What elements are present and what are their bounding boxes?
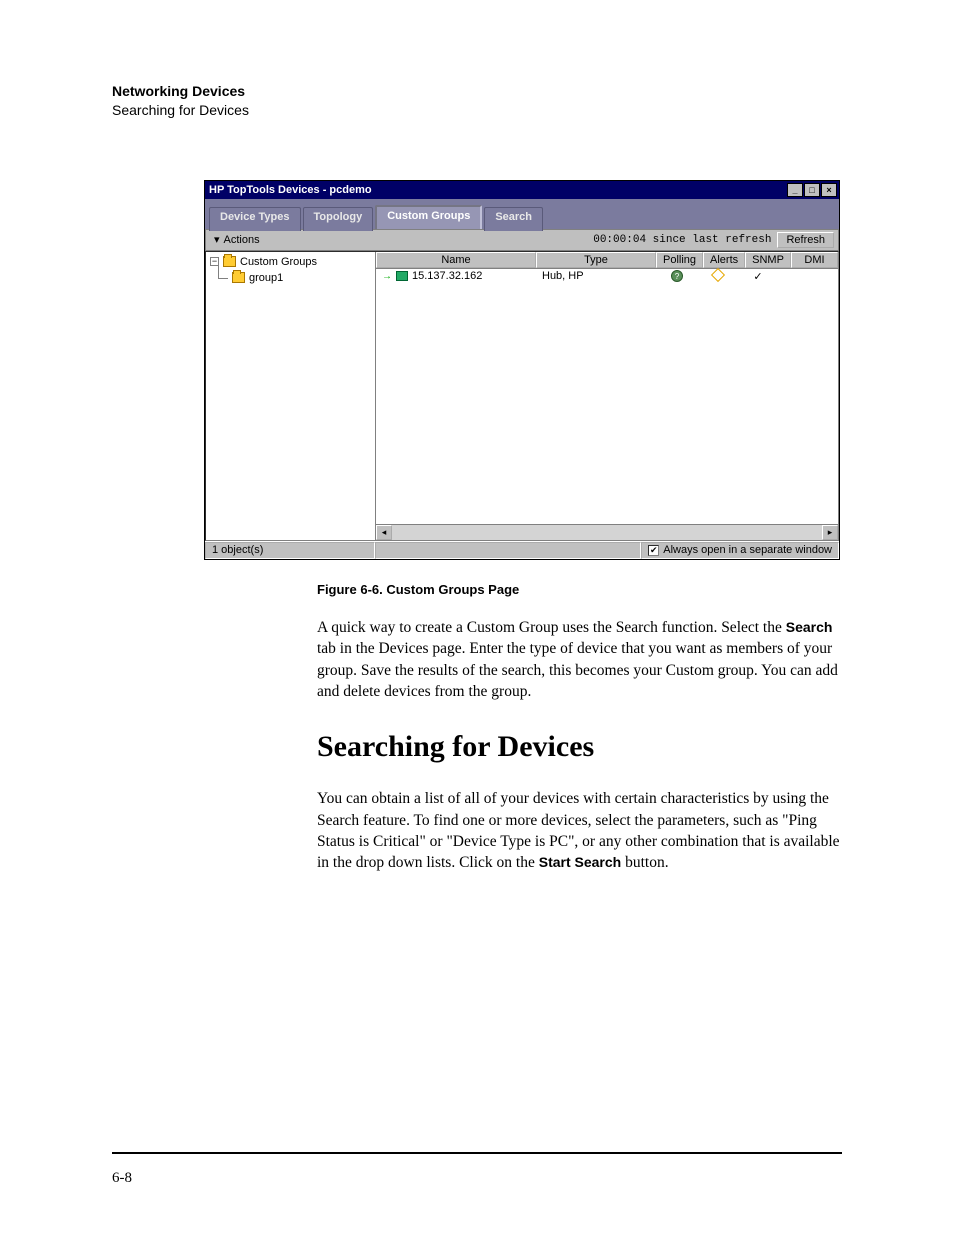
refresh-button[interactable]: Refresh (777, 232, 834, 248)
tree-pane[interactable]: − Custom Groups group1 (206, 252, 376, 540)
polling-status-icon: ? (671, 270, 683, 282)
status-object-count: 1 object(s) (205, 542, 375, 559)
col-dmi[interactable]: DMI (791, 252, 838, 268)
window-title: HP TopTools Devices - pcdemo (209, 184, 786, 196)
status-checkbox-cell[interactable]: ✔ Always open in a separate window (641, 542, 839, 559)
tabs-row: Device Types Topology Custom Groups Sear… (205, 199, 839, 229)
section-heading: Searching for Devices (317, 730, 842, 764)
tree-child-row[interactable]: group1 (210, 270, 371, 286)
tab-device-types[interactable]: Device Types (209, 207, 301, 231)
actions-dropdown[interactable]: ▾ Actions (210, 233, 264, 246)
actions-label: Actions (224, 234, 260, 246)
figure-caption: Figure 6-6. Custom Groups Page (317, 582, 842, 597)
arrow-icon: → (382, 271, 392, 282)
col-polling[interactable]: Polling (656, 252, 703, 268)
scroll-right-button[interactable]: ▸ (822, 525, 838, 540)
tab-search[interactable]: Search (484, 207, 543, 231)
triangle-down-icon: ▾ (214, 233, 220, 246)
col-type[interactable]: Type (536, 252, 656, 268)
row-snmp: ✓ (738, 270, 778, 283)
header-section: Searching for Devices (112, 101, 842, 120)
checkbox-icon[interactable]: ✔ (648, 545, 659, 556)
col-alerts[interactable]: Alerts (703, 252, 745, 268)
folder-icon (223, 256, 236, 267)
minimize-button[interactable]: _ (787, 183, 803, 197)
folder-icon (232, 272, 245, 283)
tab-topology[interactable]: Topology (303, 207, 374, 231)
refresh-timer: 00:00:04 since last refresh (593, 234, 771, 246)
header-chapter: Networking Devices (112, 82, 842, 101)
row-name: 15.137.32.162 (412, 270, 482, 282)
row-dmi (778, 270, 838, 283)
alert-status-icon (711, 268, 725, 282)
paragraph-1: A quick way to create a Custom Group use… (317, 617, 842, 703)
columns-header: Name Type Polling Alerts SNMP DMI (376, 252, 838, 269)
toolbar: ▾ Actions 00:00:04 since last refresh Re… (205, 229, 839, 251)
list-pane: Name Type Polling Alerts SNMP DMI → 15.1… (376, 252, 838, 540)
scroll-track[interactable] (392, 525, 822, 540)
scroll-left-button[interactable]: ◂ (376, 525, 392, 540)
col-name[interactable]: Name (376, 252, 536, 268)
screenshot-window: HP TopTools Devices - pcdemo _ □ × Devic… (204, 180, 840, 560)
running-header: Networking Devices Searching for Devices (112, 82, 842, 120)
tree-root-row[interactable]: − Custom Groups (210, 254, 371, 270)
page-number: 6-8 (112, 1170, 132, 1187)
col-snmp[interactable]: SNMP (745, 252, 791, 268)
maximize-button[interactable]: □ (804, 183, 820, 197)
paragraph-2: You can obtain a list of all of your dev… (317, 788, 842, 874)
tab-custom-groups[interactable]: Custom Groups (375, 205, 482, 229)
horizontal-scrollbar[interactable]: ◂ ▸ (376, 524, 838, 540)
close-button[interactable]: × (821, 183, 837, 197)
tree-child-label: group1 (249, 270, 283, 286)
titlebar[interactable]: HP TopTools Devices - pcdemo _ □ × (205, 181, 839, 199)
row-type: Hub, HP (536, 270, 656, 283)
device-icon (396, 271, 408, 281)
status-spacer (375, 542, 641, 559)
footer-rule (112, 1152, 842, 1154)
status-checkbox-label: Always open in a separate window (663, 544, 832, 556)
tree-root-label: Custom Groups (240, 254, 317, 270)
statusbar: 1 object(s) ✔ Always open in a separate … (205, 541, 839, 559)
table-row[interactable]: → 15.137.32.162 Hub, HP ? ✓ (376, 269, 838, 284)
